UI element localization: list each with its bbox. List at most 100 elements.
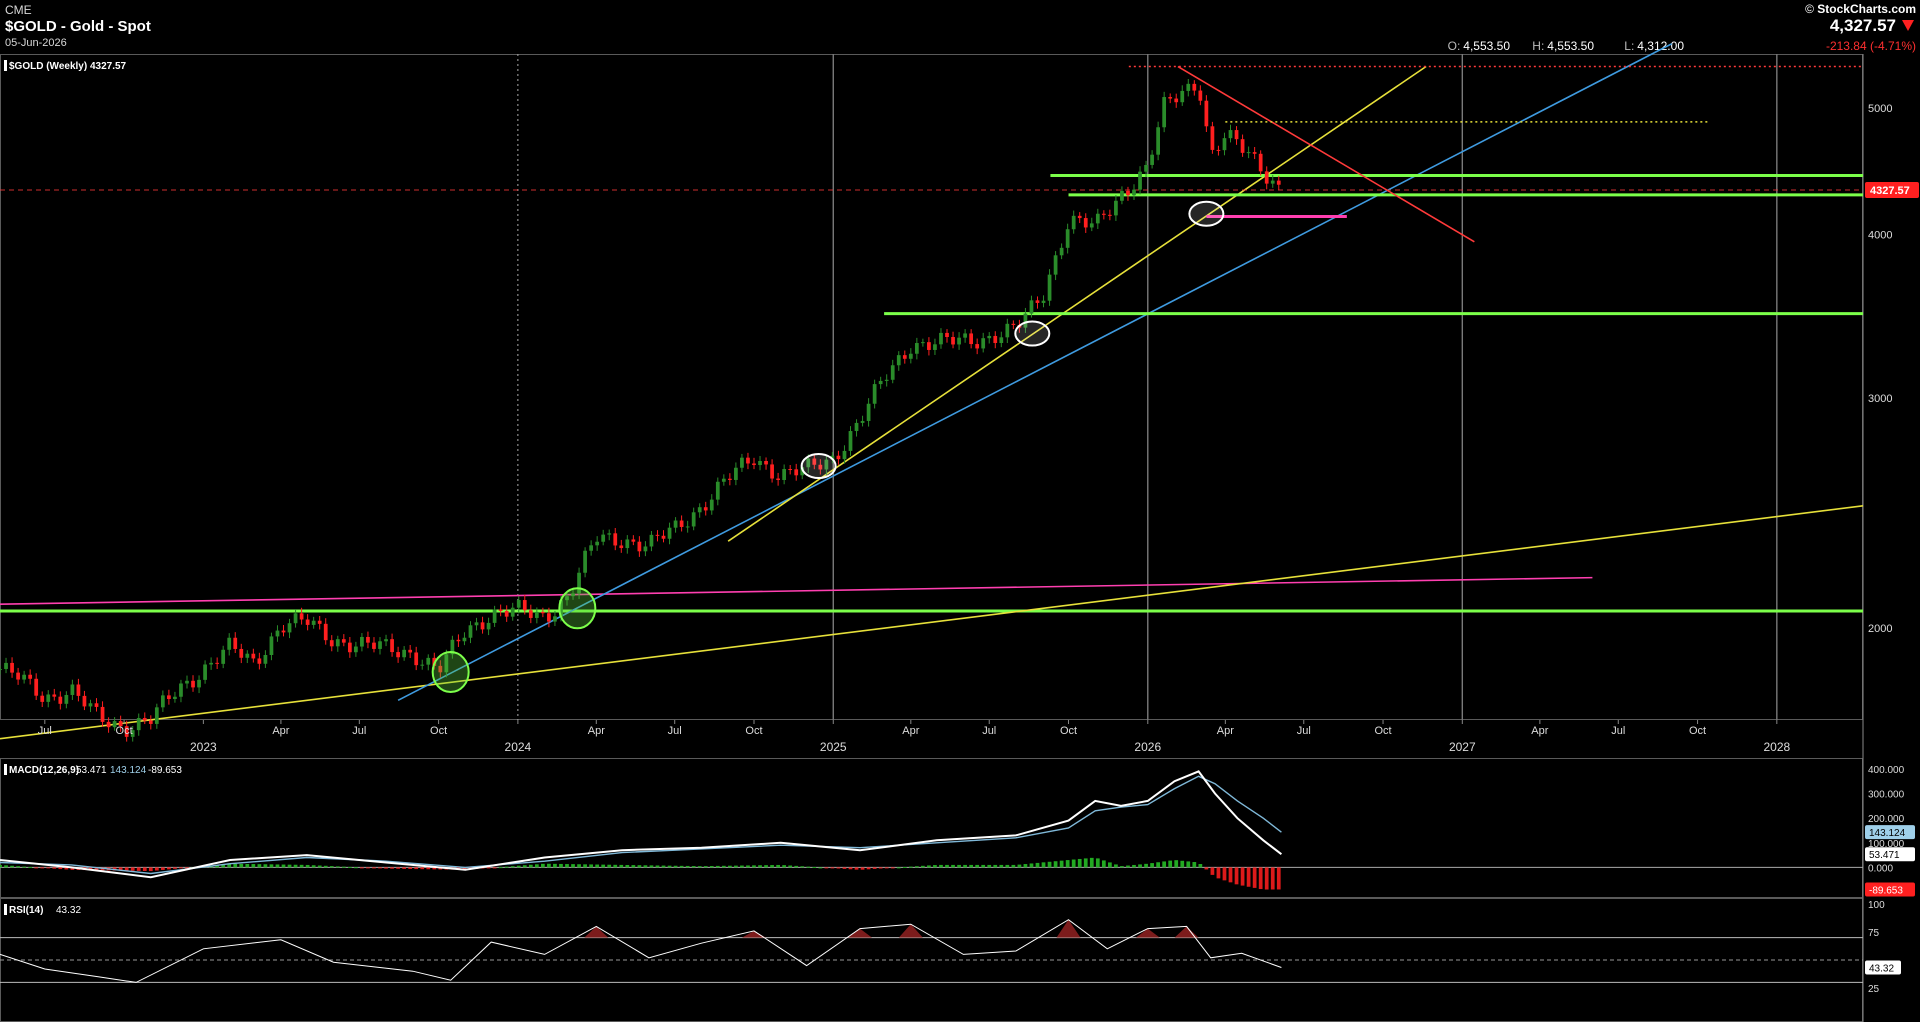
candle-body [1270, 180, 1275, 184]
macd-histogram-bar [987, 864, 992, 868]
candle-body [740, 457, 744, 468]
candle-body [347, 642, 352, 653]
candle-body [426, 657, 431, 665]
candle-body [848, 431, 853, 451]
candle-body [173, 696, 177, 700]
macd-histogram-bar [619, 864, 624, 868]
macd-histogram-bar [1138, 864, 1142, 868]
macd-histogram-bar [510, 866, 515, 868]
candle-body [1234, 130, 1239, 140]
macd-histogram-bar [1252, 867, 1257, 888]
macd-histogram-bar [136, 867, 141, 871]
macd-histogram-bar [758, 865, 762, 868]
month-axis-label: Apr [272, 725, 289, 737]
candle-body [372, 642, 376, 649]
candle-body [908, 353, 913, 359]
candle-body [329, 640, 334, 647]
candle-body [939, 332, 943, 345]
macd-histogram-bar [1174, 860, 1179, 868]
macd-histogram-bar [595, 864, 600, 868]
macd-histogram-bar [1011, 864, 1016, 868]
candle-body [227, 637, 232, 650]
macd-histogram-bar [52, 867, 57, 869]
macd-histogram-bar [1114, 864, 1118, 868]
macd-histogram-bar [776, 864, 780, 868]
macd-histogram-bar [534, 864, 539, 868]
candle-body [1089, 223, 1094, 228]
macd-histogram-bar [589, 864, 593, 868]
year-axis-label: 2028 [1763, 740, 1790, 754]
macd-histogram-bar [1059, 860, 1064, 868]
price-pane-frame [0, 54, 1863, 720]
candle-body [1114, 200, 1118, 216]
month-axis-label: Apr [588, 725, 605, 737]
candle-body [462, 637, 467, 642]
candle-body [613, 533, 618, 546]
candle-body [752, 463, 756, 466]
macd-title-hist: -89.653 [148, 765, 182, 776]
macd-tick-label: 400.000 [1868, 765, 1905, 776]
candle-body [963, 333, 967, 338]
candle-body [1132, 189, 1136, 196]
macd-histogram-bar [752, 865, 756, 868]
candle-body [1216, 149, 1221, 151]
candle-body [100, 706, 105, 722]
candle-body [251, 653, 256, 659]
candle-body [914, 343, 919, 354]
macd-histogram-bar [721, 865, 726, 868]
rsi-tick-label: 100 [1868, 900, 1885, 911]
macd-histogram-bar [360, 867, 364, 869]
macd-histogram-bar [414, 867, 419, 870]
macd-histogram-bar [1126, 865, 1130, 868]
macd-histogram-bar [848, 867, 853, 870]
candle-body [167, 695, 171, 700]
macd-histogram-bar [896, 867, 901, 869]
candle-body [643, 546, 648, 552]
candle-body [788, 469, 793, 471]
macd-histogram-bar [872, 867, 877, 869]
macd-histogram-bar [516, 865, 521, 868]
candle-body [34, 678, 39, 696]
candle-body [221, 649, 226, 664]
macd-histogram-bar [366, 867, 370, 869]
candle-body [999, 337, 1004, 344]
macd-histogram-bar [583, 864, 587, 868]
candle-body [203, 664, 207, 680]
candle-body [776, 478, 780, 480]
macd-histogram-bar [311, 865, 316, 868]
macd-histogram-bar [420, 867, 425, 870]
macd-histogram-bar [703, 866, 708, 868]
macd-histogram-bar [649, 865, 654, 868]
macd-histogram-bar [661, 865, 666, 868]
macd-histogram-bar [528, 864, 533, 868]
macd-histogram-bar [1053, 861, 1058, 868]
macd-histogram-bar [40, 867, 45, 869]
macd-histogram-bar [287, 864, 292, 868]
candle-body [384, 639, 388, 642]
macd-histogram-bar [1095, 858, 1100, 868]
candle-body [860, 420, 865, 423]
macd-histogram-bar [1071, 859, 1076, 868]
macd-histogram-bar [860, 867, 865, 870]
macd-line [0, 770, 1283, 879]
macd-histogram-bar [372, 867, 376, 869]
macd-histogram-bar [740, 865, 744, 868]
candle-body [902, 355, 907, 359]
candle-body [1011, 323, 1016, 325]
macd-histogram-bar [239, 863, 244, 868]
macd-histogram-bar [1017, 864, 1022, 868]
price-chart[interactable]: 2000 3000 4000 5000 $GOLD (Weekly) 4327.57 43… [0, 0, 1920, 1022]
macd-histogram-bar [933, 865, 937, 868]
candle-body [516, 600, 521, 608]
candle-body [601, 534, 606, 542]
macd-histogram-bar [999, 864, 1004, 868]
candle-body [396, 652, 400, 658]
macd-value-tag-label: -89.653 [1869, 885, 1903, 896]
month-axis-label: Jul [352, 725, 366, 737]
macd-histogram-bar [764, 865, 768, 868]
candle-body [715, 481, 720, 500]
candle-body [957, 337, 961, 345]
macd-histogram-bar [1077, 858, 1082, 868]
candle-body [842, 450, 847, 460]
macd-histogram-bar [317, 865, 322, 868]
